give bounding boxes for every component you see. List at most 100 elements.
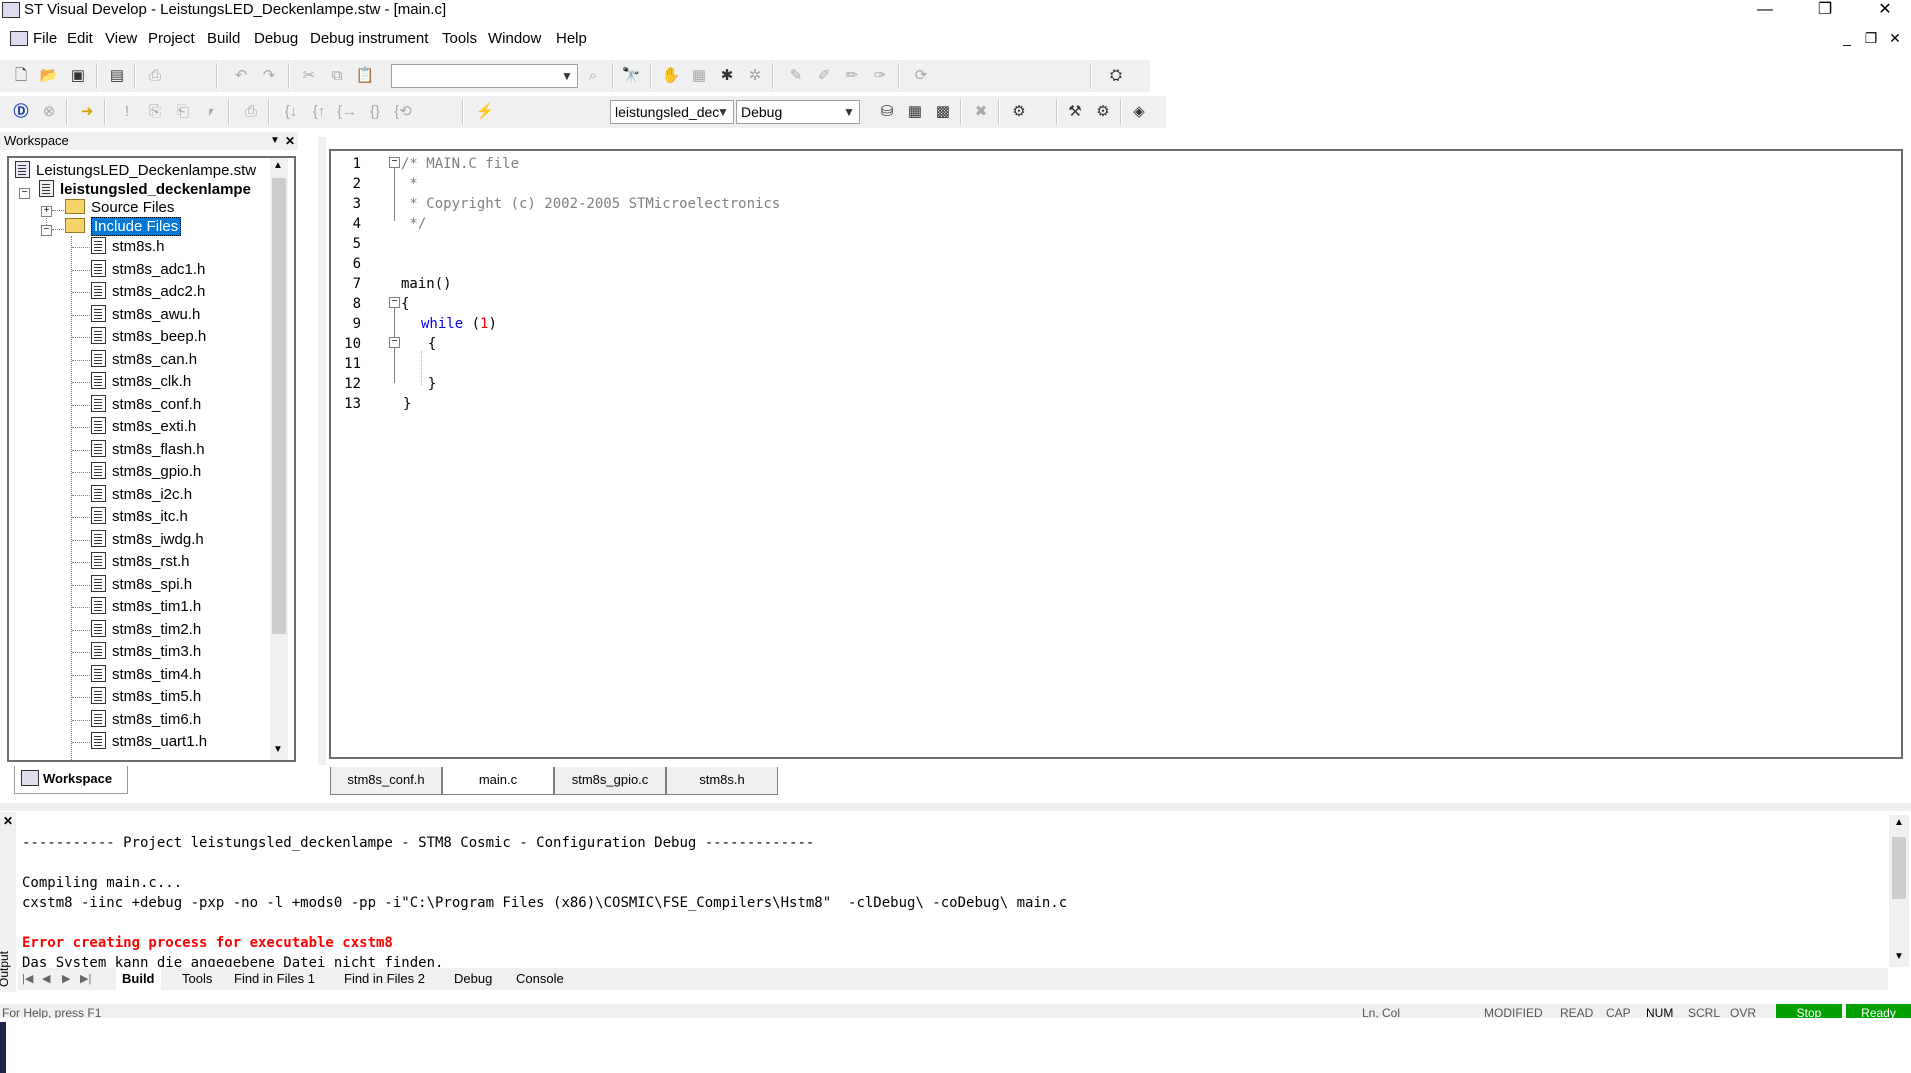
open-folder-icon[interactable]: 📂 [38,65,60,87]
output-scrollbar[interactable]: ▲ ▼ [1889,815,1909,967]
programmer-icon[interactable]: ⛭ [1105,65,1127,87]
stop-debug-icon[interactable]: ⊗ [38,101,60,123]
close-icon[interactable]: ✕ [285,132,295,150]
tab-last-icon[interactable]: ▶| [80,968,91,990]
close-file-icon[interactable]: ▣ [67,65,89,87]
tree-file-item[interactable]: stm8s_conf.h [91,394,201,416]
step-out-icon[interactable]: ⎖ [200,101,222,123]
tree-file-item[interactable]: stm8s_tim2.h [91,619,201,641]
chevron-down-icon[interactable]: ▼ [559,65,575,87]
tree-file-item[interactable]: stm8s_exti.h [91,416,196,438]
tree-file-item[interactable]: stm8s_tim4.h [91,664,201,686]
output-splitter[interactable] [0,803,1911,811]
tree-file-item[interactable]: stm8s_clk.h [91,371,191,393]
binoculars-icon[interactable]: 🔭 [620,65,642,87]
copy-icon[interactable]: ⧉ [326,65,348,87]
tree-file-item[interactable]: stm8s_uart1.h [91,731,207,753]
paste-icon[interactable]: 📋 [354,65,376,87]
instr-run-icon[interactable]: {} [364,101,386,123]
debug-tool-icon[interactable]: ⚙ [1092,101,1114,123]
tab-debug[interactable]: Debug [448,968,498,990]
tree-file-item[interactable]: stm8s_awu.h [91,304,200,326]
menu-tools[interactable]: Tools [442,30,477,47]
tab-prev-icon[interactable]: ◀ [42,968,50,990]
build-all-icon[interactable]: ▦ [904,101,926,123]
step-over-icon[interactable]: ⎗ [172,101,194,123]
bookmark-next-icon[interactable]: ✱ [716,65,738,87]
exclamation-icon[interactable]: ! [116,101,138,123]
configuration-select[interactable]: Debug ▼ [736,100,860,124]
mdi-close-button[interactable]: ✕ [1886,30,1904,47]
collapse-icon[interactable]: − [19,188,30,199]
collapse-icon[interactable]: − [41,225,52,236]
tree-file-item[interactable]: stm8s_flash.h [91,439,205,461]
tab-find-in-files-1[interactable]: Find in Files 1 [228,968,321,990]
refresh-icon[interactable]: ⟳ [910,65,932,87]
run-to-cursor-icon[interactable]: ⎙ [240,101,262,123]
breakpoint-icon[interactable]: ✎ [785,65,807,87]
tab-stm8s-gpio-c[interactable]: stm8s_gpio.c [554,767,666,795]
tree-file-item[interactable]: stm8s_beep.h [91,326,206,348]
bookmark-icon[interactable]: ▦ [688,65,710,87]
tree-file-item[interactable]: stm8s_tim1.h [91,596,201,618]
cut-icon[interactable]: ✂ [298,65,320,87]
redo-icon[interactable]: ↷ [258,65,280,87]
tab-next-icon[interactable]: ▶ [62,968,70,990]
start-debug-icon[interactable]: Ⓓ [10,101,32,123]
compile-icon[interactable]: ⛁ [876,101,898,123]
chevron-down-icon[interactable]: ▼ [270,132,280,150]
scroll-thumb[interactable] [272,178,286,634]
build-icon[interactable]: ⚡ [474,101,496,123]
menu-view[interactable]: View [105,30,137,47]
rebuild-icon[interactable]: ▩ [932,101,954,123]
scroll-thumb[interactable] [1892,837,1906,899]
close-button[interactable]: ✕ [1862,0,1908,22]
scroll-up-icon[interactable]: ▲ [1894,817,1904,828]
tab-stm8s-h[interactable]: stm8s.h [666,767,778,795]
tree-file-item[interactable]: stm8s.h [91,236,165,258]
chevron-down-icon[interactable]: ▼ [715,101,731,123]
tab-main-c[interactable]: main.c [442,767,554,795]
run-arrow-icon[interactable]: ➜ [76,101,98,123]
project-select[interactable]: leistungsled_dec ▼ [610,100,734,124]
tree-file-item[interactable]: stm8s_adc1.h [91,259,205,281]
bookmark-clear-icon[interactable]: ✲ [744,65,766,87]
tab-tools[interactable]: Tools [176,968,218,990]
tab-find-in-files-2[interactable]: Find in Files 2 [338,968,431,990]
chevron-down-icon[interactable]: ▼ [841,101,857,123]
chip-icon[interactable]: ◈ [1128,101,1150,123]
tree-file-item[interactable]: stm8s_can.h [91,349,197,371]
save-icon[interactable]: ▤ [106,65,128,87]
tree-file-item[interactable]: stm8s_i2c.h [91,484,192,506]
scroll-up-icon[interactable]: ▲ [273,160,283,171]
tree-file-item[interactable]: stm8s_itc.h [91,506,188,528]
tree-file-item[interactable]: stm8s_tim3.h [91,641,201,663]
mdi-minimize-button[interactable]: _ [1838,30,1856,46]
menu-help[interactable]: Help [556,30,587,47]
menu-build[interactable]: Build [207,30,240,47]
menu-file[interactable]: File [33,30,57,47]
restore-button[interactable]: ❐ [1802,0,1848,22]
tree-file-item[interactable]: stm8s_spi.h [91,574,192,596]
menu-project[interactable]: Project [148,30,195,47]
instr-step-out-icon[interactable]: {→ [336,101,358,123]
scroll-down-icon[interactable]: ▼ [273,744,283,755]
tree-file-item[interactable]: stm8s_rst.h [91,551,190,573]
tree-file-item[interactable]: stm8s_iwdg.h [91,529,204,551]
new-file-icon[interactable]: 🗋 [10,65,32,87]
tree-file-item[interactable]: stm8s_tim5.h [91,686,201,708]
instr-reset-icon[interactable]: {⟲ [392,101,414,123]
menu-debug-instrument[interactable]: Debug instrument [310,30,428,47]
tab-console[interactable]: Console [510,968,570,990]
tree-file-item[interactable]: stm8s_tim6.h [91,709,201,731]
tree-file-item[interactable]: stm8s_gpio.h [91,461,201,483]
breakpoint-toggle-icon[interactable]: ✐ [813,65,835,87]
tab-stm8s-conf-h[interactable]: stm8s_conf.h [330,767,442,795]
close-icon[interactable]: ✕ [3,814,13,828]
menu-window[interactable]: Window [488,30,541,47]
find-combo[interactable]: ▼ [391,64,578,88]
menu-edit[interactable]: Edit [67,30,93,47]
hand-icon[interactable]: ✋ [660,65,682,87]
undo-icon[interactable]: ↶ [230,65,252,87]
stop-build-icon[interactable]: ✖ [970,101,992,123]
